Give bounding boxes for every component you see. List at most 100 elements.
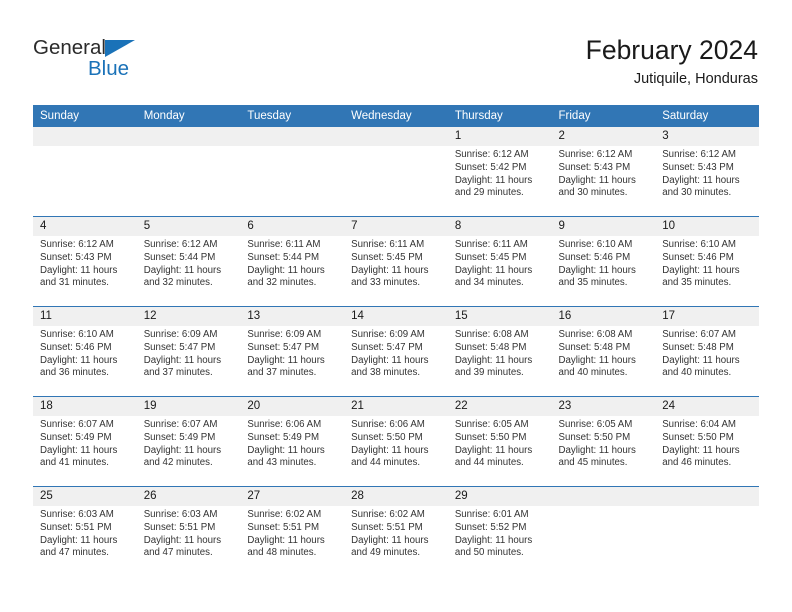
day-cell[interactable]: 24 Sunrise: 6:04 AM Sunset: 5:50 PM Dayligh… bbox=[655, 397, 759, 486]
daylight-text: Daylight: 11 hours and 31 minutes. bbox=[40, 264, 118, 289]
day-cell[interactable]: 4 Sunrise: 6:12 AM Sunset: 5:43 PM Daylight… bbox=[33, 217, 137, 306]
day-sun-info: Sunrise: 6:08 AM Sunset: 5:48 PM Daylight:… bbox=[448, 326, 552, 380]
day-cell-empty bbox=[136, 127, 241, 216]
day-cell[interactable]: 27 Sunrise: 6:02 AM Sunset: 5:51 PM Dayligh… bbox=[240, 487, 345, 576]
weekday-header-saturday: Saturday bbox=[655, 105, 759, 127]
day-cell[interactable]: 23 Sunrise: 6:05 AM Sunset: 5:50 PM Dayligh… bbox=[551, 397, 656, 486]
day-cell[interactable]: 18 Sunrise: 6:07 AM Sunset: 5:49 PM Dayligh… bbox=[33, 397, 137, 486]
calendar-day-cell bbox=[33, 127, 137, 217]
daylight-text: Daylight: 11 hours and 44 minutes. bbox=[351, 444, 429, 469]
day-cell[interactable]: 3 Sunrise: 6:12 AM Sunset: 5:43 PM Daylight… bbox=[655, 127, 759, 216]
day-cell[interactable]: 9 Sunrise: 6:10 AM Sunset: 5:46 PM Daylight… bbox=[551, 217, 656, 306]
day-cell[interactable]: 22 Sunrise: 6:05 AM Sunset: 5:50 PM Dayligh… bbox=[447, 397, 552, 486]
day-cell[interactable]: 12 Sunrise: 6:09 AM Sunset: 5:47 PM Dayligh… bbox=[136, 307, 241, 396]
day-number: 8 bbox=[447, 217, 552, 236]
day-number: 19 bbox=[136, 397, 241, 416]
calendar-day-cell: 24 Sunrise: 6:04 AM Sunset: 5:50 PM Dayligh… bbox=[655, 396, 759, 487]
day-number: 9 bbox=[551, 217, 656, 236]
day-cell[interactable]: 15 Sunrise: 6:08 AM Sunset: 5:48 PM Dayligh… bbox=[447, 307, 552, 396]
day-sun-info: Sunrise: 6:08 AM Sunset: 5:48 PM Daylight:… bbox=[552, 326, 656, 380]
sunset-text: Sunset: 5:51 PM bbox=[40, 521, 112, 533]
sunrise-text: Sunrise: 6:06 AM bbox=[351, 419, 425, 430]
day-sun-info: Sunrise: 6:10 AM Sunset: 5:46 PM Daylight:… bbox=[655, 236, 759, 290]
daylight-text: Daylight: 11 hours and 30 minutes. bbox=[558, 174, 636, 199]
sunset-text: Sunset: 5:46 PM bbox=[558, 251, 631, 263]
sunset-text: Sunset: 5:46 PM bbox=[40, 341, 112, 353]
general-blue-logo[interactable]: General Blue bbox=[33, 36, 183, 86]
sunset-text: Sunset: 5:49 PM bbox=[143, 431, 216, 443]
day-sun-info: Sunrise: 6:09 AM Sunset: 5:47 PM Daylight:… bbox=[137, 326, 241, 380]
sunrise-text: Sunrise: 6:10 AM bbox=[662, 239, 736, 250]
day-cell-empty bbox=[344, 127, 448, 216]
day-number: 6 bbox=[240, 217, 345, 236]
weekday-header-thursday: Thursday bbox=[447, 105, 552, 127]
day-cell[interactable]: 21 Sunrise: 6:06 AM Sunset: 5:50 PM Dayligh… bbox=[344, 397, 448, 486]
calendar-day-cell: 5 Sunrise: 6:12 AM Sunset: 5:44 PM Daylight… bbox=[136, 216, 241, 307]
sunrise-text: Sunrise: 6:11 AM bbox=[247, 239, 321, 250]
day-sun-info: Sunrise: 6:07 AM Sunset: 5:49 PM Daylight:… bbox=[137, 416, 241, 470]
calendar-day-cell: 22 Sunrise: 6:05 AM Sunset: 5:50 PM Dayligh… bbox=[447, 396, 552, 487]
logo-triangle-icon bbox=[105, 40, 135, 57]
day-sun-info: Sunrise: 6:11 AM Sunset: 5:45 PM Daylight:… bbox=[448, 236, 552, 290]
sunrise-text: Sunrise: 6:08 AM bbox=[454, 329, 529, 340]
sunset-text: Sunset: 5:42 PM bbox=[454, 161, 527, 173]
sunrise-text: Sunrise: 6:11 AM bbox=[454, 239, 528, 250]
calendar-day-cell bbox=[240, 127, 345, 217]
calendar-day-cell: 27 Sunrise: 6:02 AM Sunset: 5:51 PM Dayligh… bbox=[240, 486, 345, 576]
day-cell[interactable]: 7 Sunrise: 6:11 AM Sunset: 5:45 PM Daylight… bbox=[344, 217, 448, 306]
day-sun-info: Sunrise: 6:02 AM Sunset: 5:51 PM Daylight:… bbox=[240, 506, 344, 560]
logo-text-blue: Blue bbox=[88, 57, 130, 80]
sunrise-text: Sunrise: 6:05 AM bbox=[558, 419, 633, 430]
sunrise-text: Sunrise: 6:03 AM bbox=[40, 509, 114, 520]
day-cell[interactable]: 1 Sunrise: 6:12 AM Sunset: 5:42 PM Daylight… bbox=[447, 127, 552, 216]
sunset-text: Sunset: 5:46 PM bbox=[662, 251, 734, 263]
day-number: 13 bbox=[240, 307, 345, 326]
day-number bbox=[33, 127, 137, 146]
day-cell[interactable]: 25 Sunrise: 6:03 AM Sunset: 5:51 PM Dayligh… bbox=[33, 487, 137, 576]
sunset-text: Sunset: 5:43 PM bbox=[662, 161, 734, 173]
day-cell[interactable]: 6 Sunrise: 6:11 AM Sunset: 5:44 PM Daylight… bbox=[240, 217, 345, 306]
day-number: 4 bbox=[33, 217, 137, 236]
day-number: 12 bbox=[136, 307, 241, 326]
day-cell[interactable]: 17 Sunrise: 6:07 AM Sunset: 5:48 PM Dayligh… bbox=[655, 307, 759, 396]
sunrise-text: Sunrise: 6:12 AM bbox=[40, 239, 114, 250]
day-number: 3 bbox=[655, 127, 759, 146]
day-cell[interactable]: 10 Sunrise: 6:10 AM Sunset: 5:46 PM Dayligh… bbox=[655, 217, 759, 306]
calendar-day-cell: 8 Sunrise: 6:11 AM Sunset: 5:45 PM Daylight… bbox=[447, 216, 552, 307]
sunset-text: Sunset: 5:48 PM bbox=[454, 341, 527, 353]
daylight-text: Daylight: 11 hours and 46 minutes. bbox=[662, 444, 740, 469]
sunset-text: Sunset: 5:45 PM bbox=[454, 251, 527, 263]
sunset-text: Sunset: 5:45 PM bbox=[351, 251, 423, 263]
calendar-day-cell bbox=[344, 127, 448, 217]
day-cell[interactable]: 8 Sunrise: 6:11 AM Sunset: 5:45 PM Daylight… bbox=[447, 217, 552, 306]
daylight-text: Daylight: 11 hours and 40 minutes. bbox=[662, 354, 740, 379]
day-cell[interactable]: 28 Sunrise: 6:02 AM Sunset: 5:51 PM Dayligh… bbox=[344, 487, 448, 576]
day-cell[interactable]: 20 Sunrise: 6:06 AM Sunset: 5:49 PM Dayligh… bbox=[240, 397, 345, 486]
day-sun-info: Sunrise: 6:03 AM Sunset: 5:51 PM Daylight:… bbox=[137, 506, 241, 560]
day-cell[interactable]: 11 Sunrise: 6:10 AM Sunset: 5:46 PM Dayligh… bbox=[33, 307, 137, 396]
sunset-text: Sunset: 5:47 PM bbox=[247, 341, 320, 353]
daylight-text: Daylight: 11 hours and 37 minutes. bbox=[143, 354, 222, 379]
daylight-text: Daylight: 11 hours and 34 minutes. bbox=[454, 264, 533, 289]
day-cell[interactable]: 14 Sunrise: 6:09 AM Sunset: 5:47 PM Dayligh… bbox=[344, 307, 448, 396]
day-cell[interactable]: 19 Sunrise: 6:07 AM Sunset: 5:49 PM Dayligh… bbox=[136, 397, 241, 486]
calendar-day-cell bbox=[655, 486, 759, 576]
day-cell[interactable]: 16 Sunrise: 6:08 AM Sunset: 5:48 PM Dayligh… bbox=[551, 307, 656, 396]
day-cell[interactable]: 2 Sunrise: 6:12 AM Sunset: 5:43 PM Daylight… bbox=[551, 127, 656, 216]
day-sun-info: Sunrise: 6:12 AM Sunset: 5:43 PM Daylight:… bbox=[655, 146, 759, 200]
day-cell[interactable]: 29 Sunrise: 6:01 AM Sunset: 5:52 PM Dayligh… bbox=[447, 487, 552, 576]
day-number: 1 bbox=[447, 127, 552, 146]
daylight-text: Daylight: 11 hours and 47 minutes. bbox=[143, 534, 222, 559]
day-sun-info: Sunrise: 6:05 AM Sunset: 5:50 PM Daylight:… bbox=[552, 416, 656, 470]
sunset-text: Sunset: 5:50 PM bbox=[454, 431, 527, 443]
weekday-header-wednesday: Wednesday bbox=[344, 105, 448, 127]
day-cell[interactable]: 5 Sunrise: 6:12 AM Sunset: 5:44 PM Daylight… bbox=[136, 217, 241, 306]
day-cell[interactable]: 26 Sunrise: 6:03 AM Sunset: 5:51 PM Dayligh… bbox=[136, 487, 241, 576]
day-number: 28 bbox=[344, 487, 448, 506]
daylight-text: Daylight: 11 hours and 48 minutes. bbox=[247, 534, 325, 559]
sunset-text: Sunset: 5:43 PM bbox=[558, 161, 631, 173]
calendar-day-cell: 12 Sunrise: 6:09 AM Sunset: 5:47 PM Dayligh… bbox=[136, 306, 241, 397]
day-number bbox=[655, 487, 759, 506]
day-cell[interactable]: 13 Sunrise: 6:09 AM Sunset: 5:47 PM Dayligh… bbox=[240, 307, 345, 396]
day-sun-info: Sunrise: 6:04 AM Sunset: 5:50 PM Daylight:… bbox=[655, 416, 759, 470]
